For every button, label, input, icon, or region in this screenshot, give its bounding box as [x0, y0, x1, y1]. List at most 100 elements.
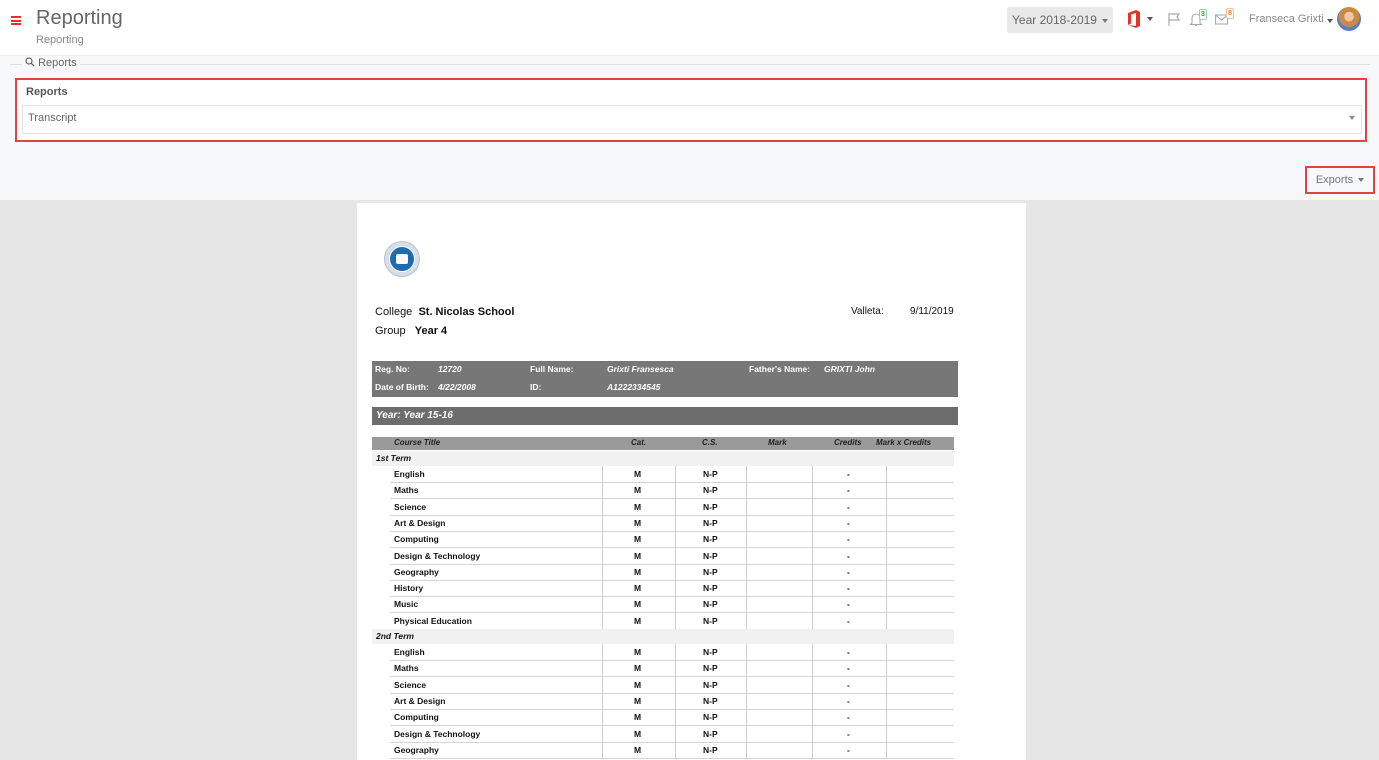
college-label: College [375, 306, 413, 318]
table-row: Computing M N-P - [390, 709, 954, 727]
cell-course: Science [394, 501, 427, 512]
cell-divider [675, 660, 676, 677]
menu-icon[interactable] [11, 16, 21, 25]
cell-divider [602, 498, 603, 515]
cell-divider [602, 466, 603, 482]
dob-value: 4/22/2008 [438, 382, 476, 392]
cell-divider [812, 644, 813, 660]
exports-label: Exports [1315, 174, 1354, 186]
dob-label: Date of Birth: [375, 382, 429, 392]
college-name: St. Nicolas School [418, 306, 515, 318]
cell-divider [886, 596, 887, 613]
cell-course: Music [394, 599, 419, 610]
cell-divider [602, 612, 603, 629]
cell-divider [886, 725, 887, 742]
cell-divider [746, 514, 747, 531]
school-logo-icon [384, 241, 420, 277]
cell-divider [602, 660, 603, 677]
cell-divider [886, 482, 887, 499]
col-cs: C.S. [702, 438, 718, 447]
cell-divider [886, 580, 887, 597]
office-chevron-icon[interactable] [1147, 17, 1153, 21]
table-row: Design & Technology M N-P - [390, 547, 954, 565]
cell-credits: - [847, 744, 850, 755]
id-label: ID: [530, 382, 542, 392]
cell-course: Computing [394, 534, 439, 545]
cell-cs: N-P [703, 647, 718, 657]
place-label: Valleta: [851, 306, 884, 317]
top-bar: Reporting Reporting Year 2018-2019 3 8 F… [0, 0, 1379, 56]
cell-cat: M [634, 583, 642, 594]
cell-divider [675, 709, 676, 726]
cell-divider [602, 580, 603, 597]
table-header: Course Title Cat. C.S. Mark Credits Mark… [372, 437, 954, 450]
cell-credits: - [847, 501, 850, 512]
flag-icon[interactable] [1166, 11, 1182, 27]
reg-no-value: 12720 [438, 364, 462, 374]
cell-course: Design & Technology [394, 728, 481, 739]
cell-divider [675, 563, 676, 580]
cell-cs: N-P [703, 566, 718, 577]
cell-divider [602, 676, 603, 693]
year-selector-label: Year 2018-2019 [1012, 13, 1097, 27]
cell-divider [886, 547, 887, 564]
cell-divider [602, 644, 603, 660]
cell-divider [602, 563, 603, 580]
exports-button[interactable]: Exports [1305, 166, 1375, 194]
col-mark: Mark [768, 438, 787, 447]
college-line: College St. Nicolas School [375, 306, 514, 318]
father-name-value: GRIXTI John [824, 364, 875, 374]
cell-divider [746, 644, 747, 660]
cell-divider [675, 466, 676, 482]
cell-cs: N-P [703, 712, 718, 723]
cell-course: Maths [394, 485, 419, 496]
cell-divider [675, 676, 676, 693]
cell-cat: M [634, 744, 642, 755]
cell-cs: N-P [703, 695, 718, 706]
cell-course: Art & Design [394, 695, 446, 706]
fieldset-legend-label: Reports [38, 57, 77, 69]
cell-divider [746, 482, 747, 499]
cell-credits: - [847, 615, 850, 626]
office-icon[interactable] [1127, 10, 1141, 28]
cell-divider [602, 709, 603, 726]
cell-credits: - [847, 583, 850, 594]
cell-divider [675, 612, 676, 629]
cell-course: English [394, 469, 425, 479]
report-select[interactable] [22, 105, 1362, 134]
cell-divider [675, 498, 676, 515]
search-icon [25, 57, 35, 67]
term-name: 2nd Term [376, 631, 414, 641]
cell-divider [886, 612, 887, 629]
group-label: Group [375, 325, 406, 337]
cell-divider [746, 547, 747, 564]
cell-divider [812, 531, 813, 548]
cell-credits: - [847, 647, 850, 657]
cell-cat: M [634, 695, 642, 706]
cell-divider [886, 644, 887, 660]
cell-divider [886, 741, 887, 758]
col-credits: Credits [834, 438, 862, 447]
avatar[interactable] [1337, 7, 1361, 31]
user-chevron-icon[interactable] [1327, 19, 1333, 23]
cell-credits: - [847, 695, 850, 706]
cell-divider [812, 466, 813, 482]
cell-divider [746, 580, 747, 597]
cell-cat: M [634, 679, 642, 690]
group-line: Group Year 4 [375, 325, 447, 337]
cell-divider [746, 612, 747, 629]
cell-cs: N-P [703, 599, 718, 610]
cell-divider [812, 725, 813, 742]
cell-divider [746, 725, 747, 742]
cell-credits: - [847, 712, 850, 723]
table-row: Art & Design M N-P - [390, 692, 954, 710]
cell-course: Maths [394, 663, 419, 674]
cell-divider [886, 676, 887, 693]
cell-divider [746, 466, 747, 482]
table-row: Maths M N-P - [390, 482, 954, 500]
user-name[interactable]: Franseca Grixti [1249, 13, 1324, 25]
year-selector[interactable]: Year 2018-2019 [1007, 7, 1113, 33]
table-row: Art & Design M N-P - [390, 514, 954, 532]
cell-cat: M [634, 501, 642, 512]
cell-divider [675, 741, 676, 758]
